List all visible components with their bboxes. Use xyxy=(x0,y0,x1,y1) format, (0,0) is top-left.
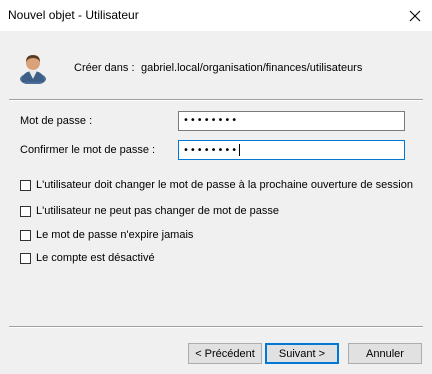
create-in-label: Créer dans : xyxy=(74,62,135,74)
option-label: Le compte est désactivé xyxy=(36,252,155,264)
previous-button[interactable]: < Précédent xyxy=(188,343,262,364)
previous-button-label: < Précédent xyxy=(195,347,255,360)
next-button-label: Suivant > xyxy=(278,347,326,360)
option-label: L'utilisateur ne peut pas changer de mot… xyxy=(36,205,280,217)
title-bar: Nouvel objet - Utilisateur xyxy=(0,0,432,31)
cancel-button[interactable]: Annuler xyxy=(348,343,422,364)
option-password-never-expires[interactable]: Le mot de passe n'expire jamais xyxy=(20,229,193,241)
text-caret xyxy=(239,144,241,156)
next-button[interactable]: Suivant > xyxy=(265,343,339,364)
separator-top xyxy=(9,99,423,101)
option-must-change-password[interactable]: L'utilisateur doit changer le mot de pas… xyxy=(20,179,413,191)
confirm-password-field[interactable]: •••••••• xyxy=(178,140,405,160)
close-button[interactable] xyxy=(398,0,432,31)
option-cannot-change-password[interactable]: L'utilisateur ne peut pas changer de mot… xyxy=(20,205,279,217)
close-icon xyxy=(409,10,421,21)
window-title: Nouvel objet - Utilisateur xyxy=(8,8,139,22)
cancel-button-label: Annuler xyxy=(366,347,404,360)
checkbox[interactable] xyxy=(20,229,31,241)
checkbox[interactable] xyxy=(20,205,31,217)
checkbox[interactable] xyxy=(20,179,31,191)
separator-bottom xyxy=(9,326,423,328)
option-label: L'utilisateur doit changer le mot de pas… xyxy=(36,179,413,191)
password-field[interactable]: •••••••• xyxy=(178,111,405,131)
user-icon xyxy=(20,55,46,84)
create-in-path: gabriel.local/organisation/finances/util… xyxy=(141,62,363,74)
confirm-password-label: Confirmer le mot de passe : xyxy=(20,144,156,156)
password-value: •••••••• xyxy=(183,115,239,126)
checkbox[interactable] xyxy=(20,252,31,264)
option-label: Le mot de passe n'expire jamais xyxy=(36,229,194,241)
option-account-disabled[interactable]: Le compte est désactivé xyxy=(20,252,155,264)
confirm-password-value: •••••••• xyxy=(183,145,239,156)
password-label: Mot de passe : xyxy=(20,115,93,127)
